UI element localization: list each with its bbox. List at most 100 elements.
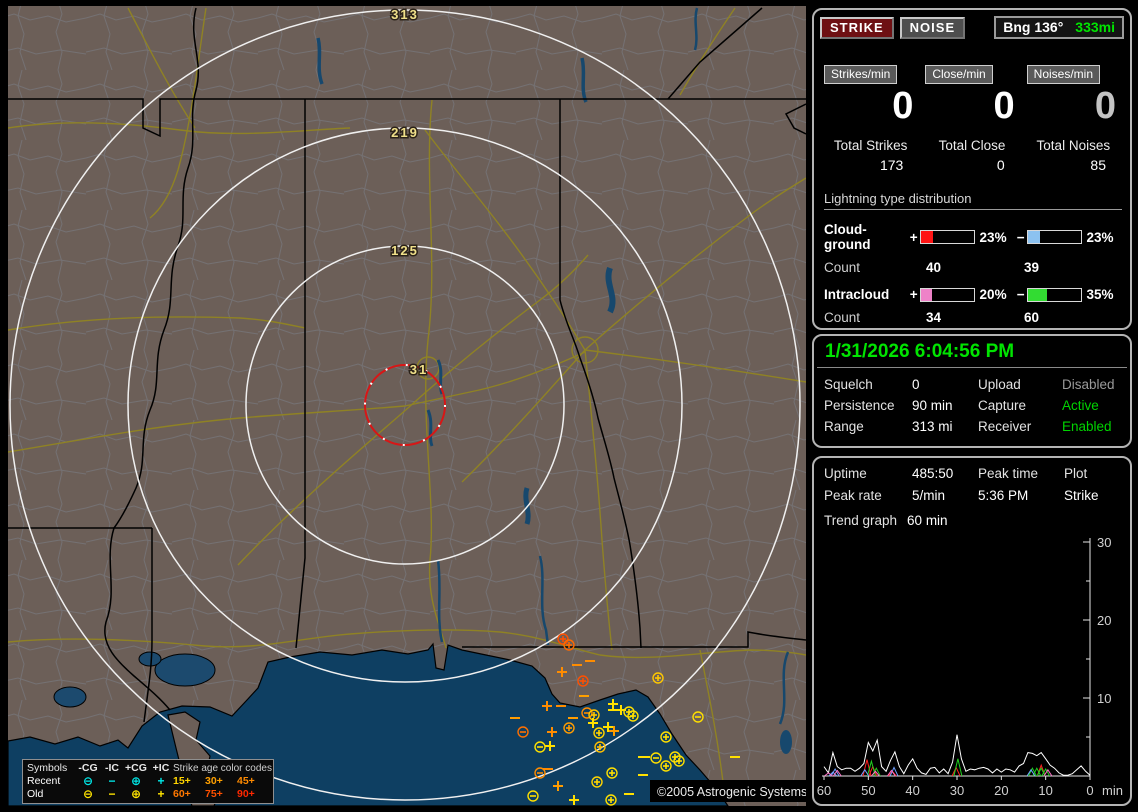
receiver-status: Enabled: [1062, 419, 1112, 434]
close-per-min-badge: Close/min: [925, 65, 993, 84]
legend-row-label: Recent: [27, 775, 61, 787]
app-window: { "map": { "copyright": "©2005 Astrogeni…: [0, 0, 1138, 812]
strike-stats-panel: STRIKE NOISE Bng 136° 333mi Strikes/min …: [812, 8, 1132, 330]
status-grid: Squelch 0 Upload Disabled Persistence 90…: [814, 368, 1130, 443]
datetime-display: 1/31/2026 6:04:56 PM: [817, 336, 1127, 368]
cloud-ground-row: Cloud-ground + 23% − 23%: [824, 222, 1122, 252]
peak-rate-label: Peak rate: [824, 488, 882, 503]
cg-minus-count: 39: [1023, 260, 1040, 275]
total-noises-value: 85: [1090, 157, 1106, 173]
trend-x-tick-label: 50: [861, 783, 875, 798]
bearing-value: Bng 136°: [1003, 19, 1064, 35]
legend-rows: Recent ⊖ − ⊕ +15+ 30+ 45+ Old ⊖ − ⊕ +60+ 75+ 90+: [27, 775, 269, 801]
persistence-value: 90 min: [912, 398, 953, 413]
ic-minus-percent: 35%: [1086, 287, 1114, 302]
trend-x-tick-label: 20: [994, 783, 1008, 798]
intracloud-label: Intracloud: [824, 287, 890, 302]
ic-plus-bar-fill: [921, 288, 932, 301]
trend-y-tick-label: 20: [1097, 613, 1111, 628]
legend-header: Symbols -CG -IC +CG +IC Strike age color…: [27, 762, 272, 775]
plus-sign: +: [909, 287, 918, 302]
plot-label: Plot: [1064, 466, 1088, 481]
trend-y-tick-label: 10: [1097, 691, 1111, 706]
strike-age-code: 15+: [173, 775, 191, 787]
plus-sign: +: [909, 229, 918, 245]
persistence-label: Persistence: [824, 398, 895, 413]
lightning-distribution: Lightning type distribution Cloud-ground…: [824, 191, 1122, 325]
total-close-label: Total Close: [938, 138, 1006, 153]
trend-x-axis-unit: min: [1102, 783, 1123, 798]
upload-status: Disabled: [1062, 377, 1115, 392]
strikes-rate-value: 0: [892, 85, 914, 127]
lake-maurepas: [138, 651, 162, 667]
capture-status: Active: [1062, 398, 1099, 413]
peak-rate-value: 5/min: [912, 488, 946, 503]
strikes-per-min-badge: Strikes/min: [824, 65, 898, 84]
bearing-readout: Bng 136° 333mi: [994, 16, 1124, 39]
system-status-panel: 1/31/2026 6:04:56 PM Squelch 0 Upload Di…: [812, 334, 1132, 448]
trend-x-tick-label: 40: [905, 783, 919, 798]
intracloud-row: Intracloud + 20% − 35%: [824, 287, 1122, 302]
ic-plus-percent: 20%: [979, 287, 1007, 302]
symbols-legend: Symbols -CG -IC +CG +IC Strike age color…: [22, 759, 274, 804]
total-noises-label: Total Noises: [1036, 138, 1111, 153]
noises-counter: Noises/min 0 Total Noises 85: [1023, 65, 1124, 173]
plot-value: Strike: [1064, 488, 1099, 503]
lamp-row: STRIKE NOISE Bng 136° 333mi: [820, 16, 1124, 39]
uptime-grid: Uptime 485:50 Peak time Plot Peak rate 5…: [814, 458, 1130, 503]
rate-counters: Strikes/min 0 Total Strikes 173 Close/mi…: [820, 65, 1124, 173]
trend-graph-label-row: Trend graph 60 min: [814, 503, 1130, 528]
strike-lamp[interactable]: STRIKE: [820, 16, 894, 39]
strike-age-code: 30+: [205, 775, 223, 787]
map-canvas[interactable]: 313 219 125 31 ©2005 Astrogenic Systems: [7, 6, 807, 807]
trend-graph-label: Trend graph: [824, 513, 898, 528]
ic-plus-count: 34: [925, 310, 941, 325]
copyright-text: ©2005 Astrogenic Systems: [657, 785, 806, 799]
total-strikes-value: 173: [879, 157, 904, 173]
noises-per-min-badge: Noises/min: [1026, 65, 1101, 84]
trend-panel: Uptime 485:50 Peak time Plot Peak rate 5…: [812, 456, 1132, 806]
ring-distance-label: 313: [391, 7, 419, 22]
noise-lamp[interactable]: NOISE: [899, 16, 966, 39]
legend-row-label: Old: [27, 788, 44, 800]
ring-distance-label: 31: [410, 362, 428, 377]
legend-age-title: Strike age color codes: [173, 763, 272, 774]
cg-minus-percent: 23%: [1086, 229, 1114, 245]
trend-series-neg-ic: [953, 758, 963, 777]
squelch-value: 0: [912, 377, 920, 392]
ic-plus-bar: [920, 287, 975, 302]
intracloud-count-row: Count 34 60: [824, 310, 1122, 325]
peak-time-value: 5:36 PM: [978, 488, 1029, 503]
capture-label: Capture: [978, 398, 1027, 413]
noises-rate-value: 0: [1094, 85, 1116, 127]
close-rate-value: 0: [993, 85, 1015, 127]
total-strikes-label: Total Strikes: [833, 138, 908, 153]
upload-label: Upload: [978, 377, 1021, 392]
ic-minus-bar: [1027, 287, 1082, 302]
lake-west: [53, 686, 87, 708]
legend-symbol-icon: ⊖: [82, 787, 94, 801]
minus-sign: −: [1016, 287, 1025, 302]
strike-age-code: 60+: [173, 788, 191, 800]
peak-time-label: Peak time: [978, 466, 1039, 481]
total-close-value: 0: [996, 157, 1005, 173]
receiver-label: Receiver: [978, 419, 1032, 434]
legend-symbol-icon: −: [108, 787, 116, 801]
lightning-map[interactable]: 313 219 125 31 ©2005 Astrogenic Systems Sym…: [7, 6, 807, 807]
trend-x-tick-label: 30: [950, 783, 964, 798]
strike-age-code: 45+: [237, 775, 255, 787]
cg-plus-percent: 23%: [979, 229, 1007, 245]
distribution-title: Lightning type distribution: [824, 191, 1122, 210]
legend-row-old: Old ⊖ − ⊕ +60+ 75+ 90+: [27, 788, 269, 801]
cg-plus-count: 40: [925, 260, 941, 275]
trend-x-tick-label: 10: [1038, 783, 1052, 798]
cloud-ground-label: Cloud-ground: [824, 222, 871, 252]
cg-minus-bar: [1027, 230, 1082, 244]
ring-distance-label: 219: [391, 125, 419, 140]
trend-series-neg-ic: [866, 759, 876, 777]
cloud-ground-count-row: Count 40 39: [824, 260, 1122, 275]
strike-age-code: 75+: [205, 788, 223, 800]
legend-row-recent: Recent ⊖ − ⊕ +15+ 30+ 45+: [27, 775, 269, 788]
strikes-counter: Strikes/min 0 Total Strikes 173: [820, 65, 921, 173]
trend-graph: 10 20 30 60 50 40 30 20 10 0 min: [817, 535, 1123, 798]
